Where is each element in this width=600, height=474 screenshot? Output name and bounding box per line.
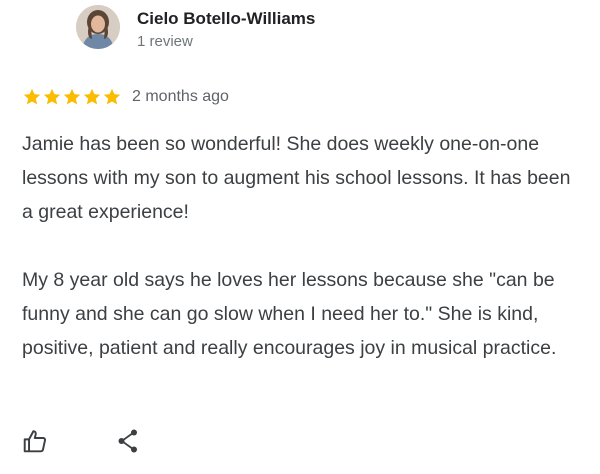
review-paragraph: Jamie has been so wonderful! She does we… — [22, 133, 571, 223]
share-button[interactable] — [116, 428, 140, 454]
star-icon — [63, 88, 81, 105]
share-icon — [118, 429, 137, 453]
review-age: 2 months ago — [132, 88, 229, 105]
thumbs-up-icon — [23, 430, 47, 453]
reviewer-name[interactable]: Cielo Botello-Williams — [137, 9, 315, 29]
avatar-photo-icon — [76, 5, 120, 49]
star-icon — [43, 88, 61, 105]
review-paragraph: My 8 year old says he loves her lessons … — [22, 269, 557, 359]
reviewer-avatar[interactable] — [76, 5, 120, 49]
review-text: Jamie has been so wonderful! She does we… — [22, 127, 584, 365]
star-rating — [22, 87, 122, 107]
like-button[interactable] — [22, 428, 48, 454]
review-count: 1 review — [137, 33, 193, 50]
star-icon — [83, 88, 101, 105]
review-actions — [22, 428, 140, 454]
star-icon — [103, 88, 121, 105]
rating-row: 2 months ago — [22, 86, 229, 108]
star-icon — [23, 88, 41, 105]
